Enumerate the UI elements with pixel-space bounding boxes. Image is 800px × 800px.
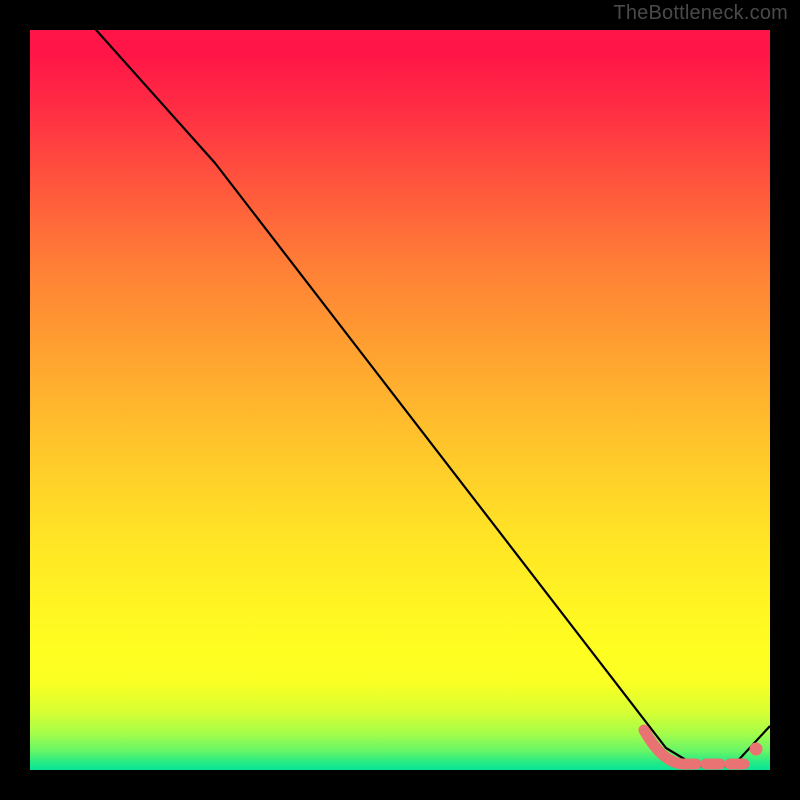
chart-frame: TheBottleneck.com (0, 0, 800, 800)
watermark-text: TheBottleneck.com (613, 2, 788, 25)
chart-overlay (30, 30, 770, 770)
minimum-marker-solid (644, 730, 682, 764)
plot-area (30, 30, 770, 770)
minimum-marker-dot (750, 743, 763, 756)
bottleneck-curve (30, 30, 770, 766)
